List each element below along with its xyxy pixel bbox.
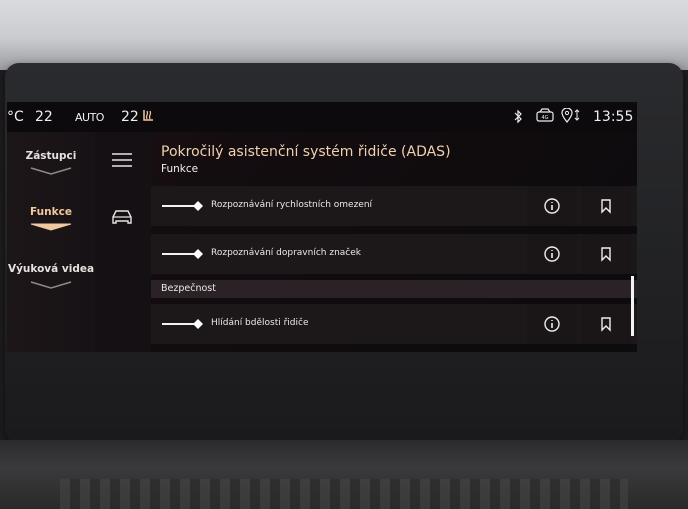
rail-item-label: Funkce xyxy=(30,206,72,218)
chevron-down-icon xyxy=(30,281,72,289)
clock: 13:55 xyxy=(593,109,634,125)
background-scene xyxy=(0,0,688,70)
auto-climate-label[interactable]: AUTO xyxy=(75,111,104,124)
rail-item-shortcuts[interactable]: Zástupci xyxy=(7,150,95,162)
temp-unit: °C xyxy=(7,109,24,125)
toggle-switch[interactable] xyxy=(161,200,205,212)
info-icon xyxy=(544,198,560,214)
bookmark-icon xyxy=(601,247,611,262)
menu-icon[interactable] xyxy=(111,152,133,168)
bluetooth-icon xyxy=(514,109,522,124)
car-4g-icon: 4G xyxy=(536,108,554,122)
bookmark-button[interactable] xyxy=(581,234,631,274)
left-temperature[interactable]: 22 xyxy=(35,109,53,125)
setting-label: Rozpoznávání rychlostních omezení xyxy=(211,200,373,210)
info-icon xyxy=(544,246,560,262)
svg-text:4G: 4G xyxy=(541,115,548,121)
location-icon xyxy=(561,108,580,123)
toggle-switch[interactable] xyxy=(161,248,205,260)
car-icon[interactable] xyxy=(110,208,134,226)
rail-item-tutorial-videos[interactable]: Výuková videa xyxy=(7,263,95,275)
setting-row-driver-alertness[interactable]: Hlídání bdělosti řidiče xyxy=(151,304,637,344)
toggle-switch[interactable] xyxy=(161,318,205,330)
chevron-down-icon xyxy=(30,167,72,175)
chevron-down-icon xyxy=(30,223,72,231)
nav-column xyxy=(95,132,151,352)
right-temperature[interactable]: 22 xyxy=(121,109,139,125)
bookmark-icon xyxy=(601,199,611,214)
bookmark-icon xyxy=(601,317,611,332)
bookmark-button[interactable] xyxy=(581,304,631,344)
info-button[interactable] xyxy=(527,186,577,226)
infotainment-screen: °C 22 AUTO 22 4G 13:55 Zástupci Funkce V… xyxy=(7,102,637,352)
seat-heat-icon[interactable] xyxy=(141,108,157,124)
dashboard-trim xyxy=(0,440,688,509)
shortcut-rail: Zástupci Funkce Výuková videa xyxy=(7,132,95,352)
status-bar: °C 22 AUTO 22 4G 13:55 xyxy=(7,102,637,132)
rail-item-label: Zástupci xyxy=(25,150,77,162)
section-label: Bezpečnost xyxy=(161,283,216,294)
info-button[interactable] xyxy=(527,304,577,344)
info-button[interactable] xyxy=(527,234,577,274)
info-icon xyxy=(544,316,560,332)
main-panel: Pokročilý asistenční systém řidiče (ADAS… xyxy=(151,132,637,352)
setting-row-speed-limit[interactable]: Rozpoznávání rychlostních omezení xyxy=(151,186,637,226)
section-header: Bezpečnost xyxy=(151,280,637,298)
scrollbar[interactable] xyxy=(631,276,634,336)
setting-row-traffic-signs[interactable]: Rozpoznávání dopravních značek xyxy=(151,234,637,274)
rail-item-functions[interactable]: Funkce xyxy=(7,206,95,218)
setting-label: Hlídání bdělosti řidiče xyxy=(211,318,309,328)
setting-label: Rozpoznávání dopravních značek xyxy=(211,248,361,258)
page-subtitle: Funkce xyxy=(161,163,199,175)
rail-item-label: Výuková videa xyxy=(7,263,95,275)
page-title: Pokročilý asistenční systém řidiče (ADAS… xyxy=(161,144,451,160)
bookmark-button[interactable] xyxy=(581,186,631,226)
